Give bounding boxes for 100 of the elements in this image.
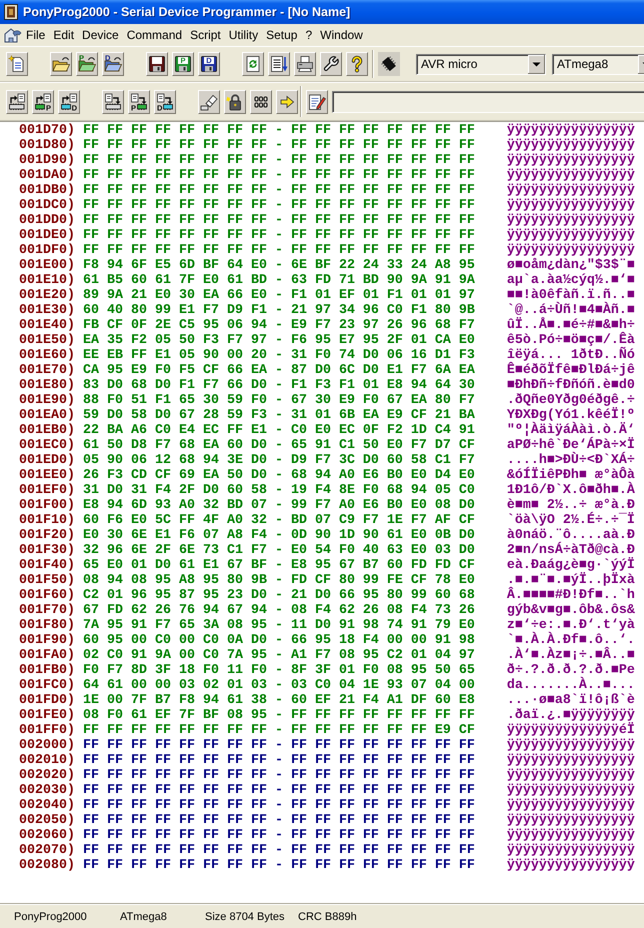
hex-bytes: 31 D0 31 F4 2F D0 60 58 - 19 F4 8E F0 68 94 05 C0 bbox=[83, 484, 475, 498]
hex-bytes: FF FF FF FF FF FF FF FF - FF FF FF FF FF FF FF FF bbox=[83, 829, 475, 843]
menu-item[interactable]: Command bbox=[122, 26, 186, 44]
address-label: 001F70) bbox=[19, 604, 75, 618]
hex-bytes: 67 FD 62 26 76 94 67 94 - 08 F4 62 26 08 F4 73 26 bbox=[83, 604, 475, 618]
ascii-text: ÿÿÿÿÿÿÿÿÿÿÿÿÿÿÿÿ bbox=[506, 739, 635, 753]
address-label: 001DD0) bbox=[19, 214, 75, 228]
wrench-icon bbox=[322, 55, 340, 73]
ascii-text: ÿÿÿÿÿÿÿÿÿÿÿÿÿÿÿÿ bbox=[506, 154, 635, 168]
menu-item[interactable]: Setup bbox=[262, 26, 302, 44]
address-label: 001F50) bbox=[19, 574, 75, 588]
ascii-text: "º¦ÀäìÿáÀàì.ò.Ä‘ bbox=[506, 424, 635, 438]
ascii-text: .À‘■.Àz■¡÷.■Â..■ bbox=[506, 649, 635, 663]
print-button[interactable] bbox=[294, 52, 316, 76]
menu-item[interactable]: Window bbox=[316, 26, 367, 44]
lock-button[interactable] bbox=[224, 90, 246, 114]
address-label: 001DE0) bbox=[19, 229, 75, 243]
menu-item[interactable]: Script bbox=[186, 26, 225, 44]
ascii-text: ð÷.?.ð.ð.?.ð.■Pe bbox=[506, 664, 635, 678]
hex-bytes: 65 E0 01 D0 61 E1 67 BF - E8 95 67 B7 60 FD FD CF bbox=[83, 559, 475, 573]
house-icon[interactable] bbox=[4, 27, 22, 43]
address-label: 001FF0) bbox=[19, 724, 75, 738]
device-select[interactable]: ATmega8 bbox=[552, 54, 644, 74]
address-label: 001E50) bbox=[19, 334, 75, 348]
hex-bytes: FF FF FF FF FF FF FF FF - FF FF FF FF FF FF FF FF bbox=[83, 814, 475, 828]
menu-item[interactable]: Utility bbox=[224, 26, 262, 44]
hex-bytes: FF FF FF FF FF FF FF FF - FF FF FF FF FF FF FF FF bbox=[83, 769, 475, 783]
run-button[interactable] bbox=[276, 90, 298, 114]
erase-button[interactable] bbox=[198, 90, 220, 114]
read-button[interactable] bbox=[6, 90, 28, 114]
address-label: 002050) bbox=[19, 814, 75, 828]
ascii-text: YÐXÐg(Yó1.kêéÏ!º bbox=[506, 409, 635, 423]
write-button[interactable] bbox=[102, 90, 124, 114]
device-family-select[interactable]: AVR micro bbox=[416, 54, 546, 74]
menu-item[interactable]: ? bbox=[301, 26, 316, 44]
address-label: 001ED0) bbox=[19, 454, 75, 468]
chip-icon bbox=[380, 55, 398, 73]
hex-bytes: 61 50 D8 F7 68 EA 60 D0 - 65 91 C1 50 E0 F7 D7 CF bbox=[83, 439, 475, 453]
hex-bytes: 7A 95 91 F7 65 3A 08 95 - 11 D0 91 98 74 91 79 E0 bbox=[83, 619, 475, 633]
status-text: CRC B889h bbox=[298, 911, 357, 923]
address-label: 001D80) bbox=[19, 139, 75, 153]
open-button[interactable] bbox=[50, 52, 72, 76]
address-label: 001F40) bbox=[19, 559, 75, 573]
hex-bytes: 59 D0 58 D0 67 28 59 F3 - 31 01 6B EA E9 CF 21 BA bbox=[83, 409, 475, 423]
hex-bytes: EA 35 F2 05 50 F3 F7 97 - F6 95 E7 95 2F 01 CA E0 bbox=[83, 334, 475, 348]
hex-bytes: 83 D0 68 D0 F1 F7 66 D0 - F1 F3 F1 01 E8 94 64 30 bbox=[83, 379, 475, 393]
hex-bytes: FF FF FF FF FF FF FF FF - FF FF FF FF FF FF FF FF bbox=[83, 169, 475, 183]
hex-bytes: FF FF FF FF FF FF FF FF - FF FF FF FF FF FF FF FF bbox=[83, 214, 475, 228]
eraser-icon bbox=[200, 92, 218, 110]
caret-icon bbox=[528, 54, 545, 74]
ascii-text: ÿÿÿÿÿÿÿÿÿÿÿÿÿÿÿÿ bbox=[506, 769, 635, 783]
input-field[interactable] bbox=[332, 90, 644, 112]
folder-icon bbox=[52, 55, 70, 73]
ascii-text: ÿÿÿÿÿÿÿÿÿÿÿÿÿÿÿÿ bbox=[506, 859, 635, 873]
address-label: 001E00) bbox=[19, 259, 75, 273]
ascii-text: Â.■■■■#Ð!Ðf■..`h bbox=[506, 589, 635, 603]
hex-bytes: FF FF FF FF FF FF FF FF - FF FF FF FF FF FF FF FF bbox=[83, 124, 475, 138]
notepad-pencil-icon bbox=[308, 92, 326, 110]
address-label: 002030) bbox=[19, 784, 75, 798]
config-button[interactable] bbox=[250, 90, 272, 114]
address-label: 001FD0) bbox=[19, 694, 75, 708]
hex-bytes: 02 C0 91 9A 00 C0 7A 95 - A1 F7 08 95 C2 01 04 97 bbox=[83, 649, 475, 663]
refresh-page-icon bbox=[244, 55, 262, 73]
address-label: 001E90) bbox=[19, 394, 75, 408]
ascii-text: da.......À..■... bbox=[506, 679, 635, 693]
menu-item[interactable]: Device bbox=[78, 26, 123, 44]
status-text: Size 8704 Bytes bbox=[205, 911, 284, 923]
address-label: 001DB0) bbox=[19, 184, 75, 198]
address-label: 002020) bbox=[19, 769, 75, 783]
note-button[interactable] bbox=[306, 90, 328, 114]
hex-bytes: C2 01 96 95 87 95 23 D0 - 21 D0 66 95 80 99 60 68 bbox=[83, 589, 475, 603]
ascii-text: ÿÿÿÿÿÿÿÿÿÿÿÿÿÿÿÿ bbox=[506, 829, 635, 843]
menu-item[interactable]: File bbox=[22, 26, 50, 44]
address-label: 002040) bbox=[19, 799, 75, 813]
new-button[interactable] bbox=[6, 52, 28, 76]
list-down-arrow-icon bbox=[270, 55, 288, 73]
hex-bytes: FF FF FF FF FF FF FF FF - FF FF FF FF FF FF FF FF bbox=[83, 139, 475, 153]
hex-bytes: FF FF FF FF FF FF FF FF - FF FF FF FF FF FF FF FF bbox=[83, 754, 475, 768]
hex-bytes: 60 F6 E0 5C FF 4F A0 32 - BD 07 C9 F7 1E F7 AF CF bbox=[83, 514, 475, 528]
address-label: 001E20) bbox=[19, 289, 75, 303]
reload-button[interactable] bbox=[242, 52, 264, 76]
chip-button[interactable] bbox=[378, 52, 400, 76]
edit-button[interactable] bbox=[268, 52, 290, 76]
settings-button[interactable] bbox=[320, 52, 342, 76]
ascii-text: eà.Ðaág¿è■g·`ýýÏ bbox=[506, 559, 635, 573]
help-button[interactable] bbox=[346, 52, 368, 76]
hex-bytes: FF FF FF FF FF FF FF FF - FF FF FF FF FF FF FF FF bbox=[83, 184, 475, 198]
ascii-text: à0náö.¨ô....aà.Ð bbox=[506, 529, 635, 543]
address-label: 001D90) bbox=[19, 154, 75, 168]
hex-bytes: 88 F0 51 F1 65 30 59 F0 - 67 30 E9 F0 67 EA 80 F7 bbox=[83, 394, 475, 408]
address-label: 001E40) bbox=[19, 319, 75, 333]
address-label: 001FE0) bbox=[19, 709, 75, 723]
address-label: 001E60) bbox=[19, 349, 75, 363]
address-label: 001EF0) bbox=[19, 484, 75, 498]
address-label: 002010) bbox=[19, 754, 75, 768]
save-button[interactable] bbox=[146, 52, 168, 76]
address-label: 002000) bbox=[19, 739, 75, 753]
menu-item[interactable]: Edit bbox=[49, 26, 78, 44]
address-label: 001DA0) bbox=[19, 169, 75, 183]
ascii-text: z■‘÷e:.■.Ð‘.t‘yà bbox=[506, 619, 635, 633]
